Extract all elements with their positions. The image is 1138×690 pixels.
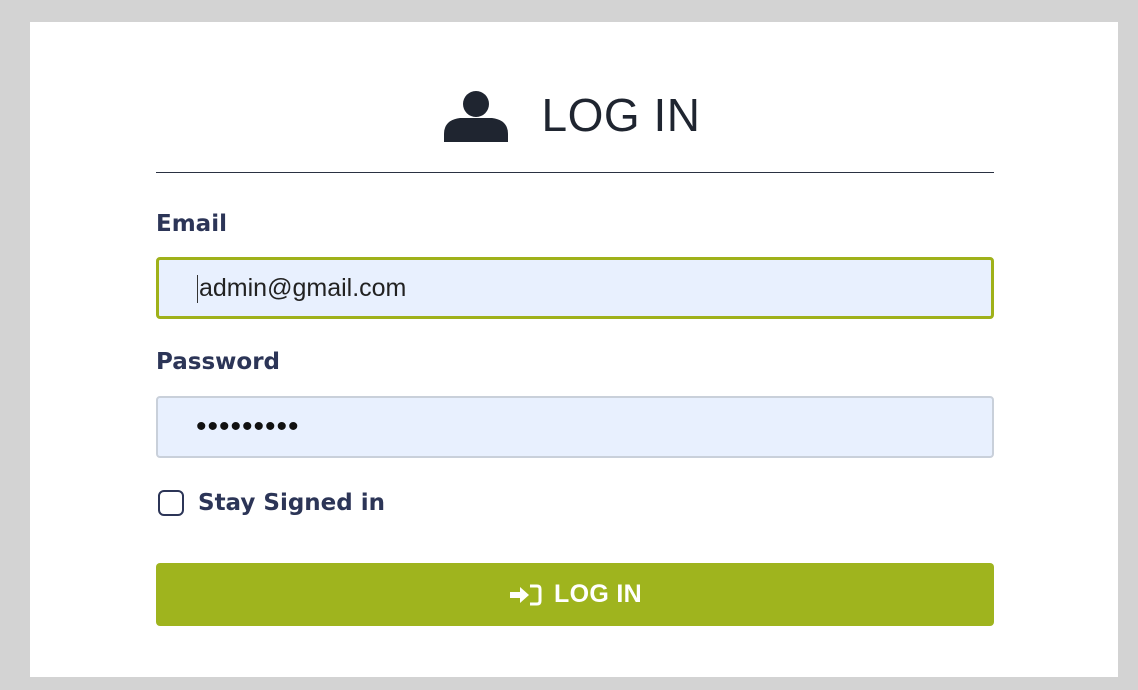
user-icon (443, 91, 508, 142)
heading-divider (156, 172, 994, 173)
sign-in-icon (510, 584, 542, 605)
text-caret (197, 275, 198, 303)
password-value: ••••••••• (196, 410, 300, 443)
password-label: Password (156, 349, 280, 375)
stay-signed-in-row[interactable]: Stay Signed in (158, 490, 385, 516)
stay-signed-in-checkbox[interactable] (158, 490, 184, 516)
login-button[interactable]: LOG IN (156, 563, 994, 626)
email-value: admin@gmail.com (199, 273, 407, 302)
page-title: LOG IN (541, 89, 701, 141)
stay-signed-in-label[interactable]: Stay Signed in (198, 490, 385, 516)
login-heading: LOG IN (0, 88, 1138, 142)
email-label: Email (156, 211, 227, 237)
login-button-label: LOG IN (554, 580, 642, 608)
email-field[interactable]: admin@gmail.com (156, 257, 994, 319)
password-field[interactable]: ••••••••• (156, 396, 994, 458)
